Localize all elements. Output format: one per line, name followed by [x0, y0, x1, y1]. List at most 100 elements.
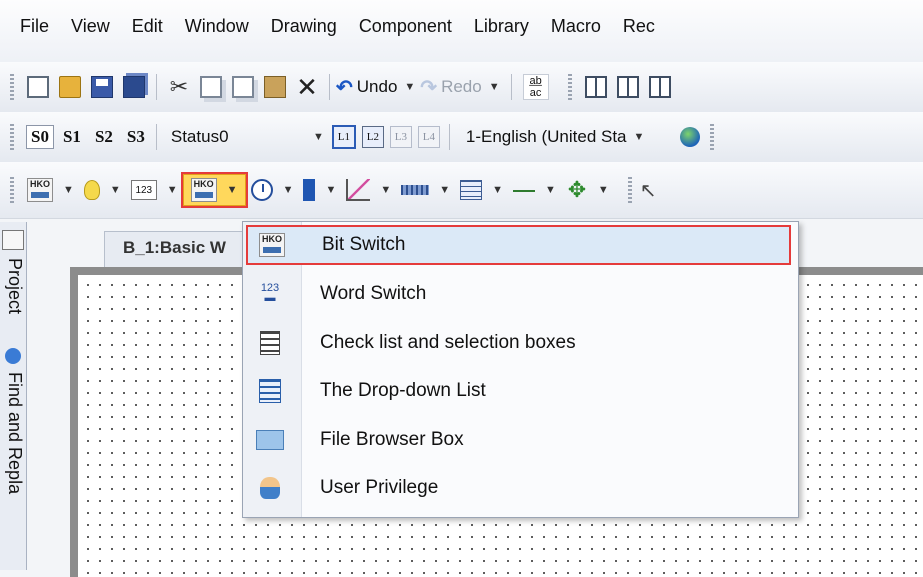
menu-item-dropdown-list[interactable]: The Drop-down List — [246, 371, 791, 411]
project-icon[interactable] — [2, 230, 24, 250]
menu-item-label: Check list and selection boxes — [320, 332, 576, 353]
chevron-down-icon[interactable]: ▼ — [283, 184, 294, 196]
menu-library[interactable]: Library — [463, 0, 540, 37]
side-panel: Project Find and Repla — [0, 222, 27, 570]
menu-item-label: The Drop-down List — [320, 380, 486, 401]
menu-view[interactable]: View — [60, 0, 121, 37]
menu-item-word-switch[interactable]: 123 ▬ Word Switch — [246, 274, 791, 314]
table-icon[interactable] — [460, 180, 483, 200]
component-toolbar: HKO ▼ ▼ 123 ▼ HKO ▼ ▼ ▼ ▼ ▼ ▼ ▼ ✥ ▼ ↖ — [0, 162, 923, 219]
align-left-icon[interactable] — [584, 76, 607, 98]
toolbar-separator — [329, 74, 330, 100]
dropdown-list-icon — [259, 379, 281, 403]
chevron-down-icon[interactable]: ▼ — [110, 184, 121, 196]
bulb-icon[interactable] — [83, 180, 100, 200]
copy-icon[interactable] — [200, 76, 222, 98]
toolbar-grip[interactable] — [10, 124, 14, 150]
redo-dropdown-arrow-icon[interactable]: ▼ — [489, 81, 500, 93]
toolbar-grip[interactable] — [567, 74, 572, 100]
chevron-down-icon[interactable]: ▼ — [598, 184, 609, 196]
menu-component[interactable]: Component — [348, 0, 463, 37]
user-privilege-icon — [260, 477, 280, 499]
paste-icon[interactable] — [264, 76, 286, 98]
status-toolbar: S0 S1 S2 S3 Status0 ▼ L1 L2 L3 L4 1-Engl… — [0, 112, 923, 163]
menu-edit[interactable]: Edit — [121, 0, 174, 37]
bit-lamp-icon[interactable]: HKO — [27, 178, 53, 202]
chevron-down-icon[interactable]: ▼ — [380, 184, 391, 196]
menu-drawing[interactable]: Drawing — [260, 0, 348, 37]
cut-icon[interactable]: ✂ — [168, 76, 190, 98]
layer-l4-button[interactable]: L4 — [417, 126, 440, 148]
pipe-valve-icon[interactable] — [513, 190, 536, 200]
file-browser-icon — [256, 430, 284, 450]
project-tab[interactable]: Project — [1, 258, 25, 314]
menu-item-label: File Browser Box — [320, 429, 464, 450]
undo-icon[interactable]: ↶ — [336, 75, 353, 100]
menu-item-user-privilege[interactable]: User Privilege — [246, 468, 791, 508]
save-all-icon[interactable] — [123, 76, 145, 98]
toolbar-separator — [448, 124, 450, 150]
pointer-icon[interactable]: ↖ — [640, 178, 657, 203]
status-s3-button[interactable]: S3 — [122, 125, 150, 149]
redo-icon[interactable]: ↷ — [420, 75, 437, 100]
find-icon[interactable] — [5, 348, 21, 364]
redo-button[interactable]: Redo — [439, 77, 484, 97]
word-switch-icon: 123 ▬ — [260, 282, 280, 304]
align-top-icon[interactable] — [648, 76, 671, 98]
chevron-down-icon[interactable]: ▼ — [439, 184, 450, 196]
status-select[interactable]: Status0 ▼ — [163, 123, 329, 151]
save-icon[interactable] — [91, 76, 113, 98]
switch-dropdown-button[interactable]: HKO ▼ — [180, 172, 248, 208]
menu-item-file-browser[interactable]: File Browser Box — [246, 420, 791, 460]
replace-text-icon[interactable]: a̲b̲ ac — [522, 74, 549, 100]
menu-file[interactable]: File — [0, 0, 60, 37]
undo-button[interactable]: Undo — [355, 77, 400, 97]
find-replace-tab[interactable]: Find and Repla — [1, 372, 25, 494]
trend-chart-icon[interactable] — [346, 179, 371, 201]
align-right-icon[interactable] — [616, 76, 639, 98]
globe-icon[interactable] — [679, 127, 700, 147]
language-select-value: 1-English (United Sta — [465, 127, 627, 146]
standard-toolbar: ✂ ✕ ↶ Undo ▼ ↷ Redo ▼ a̲b̲ ac — [0, 62, 923, 113]
chevron-down-icon[interactable]: ▼ — [492, 184, 503, 196]
chevron-down-icon[interactable]: ▼ — [63, 184, 74, 196]
chevron-down-icon: ▼ — [633, 131, 645, 143]
status-select-value: Status0 — [170, 127, 229, 146]
delete-icon[interactable]: ✕ — [296, 74, 318, 100]
layer-l3-button[interactable]: L3 — [389, 126, 412, 148]
chevron-down-icon[interactable]: ▼ — [167, 184, 178, 196]
toolbar-separator — [510, 74, 512, 100]
language-select[interactable]: 1-English (United Sta ▼ — [464, 127, 674, 147]
menu-window[interactable]: Window — [174, 0, 260, 37]
status-s0-button[interactable]: S0 — [26, 125, 54, 149]
menu-item-check-list[interactable]: Check list and selection boxes — [246, 323, 791, 363]
menu-macro[interactable]: Macro — [540, 0, 612, 37]
new-file-icon[interactable] — [27, 76, 49, 98]
chevron-down-icon: ▼ — [312, 131, 324, 143]
open-folder-icon[interactable] — [59, 76, 81, 98]
switch-dropdown-menu: HKO Bit Switch 123 ▬ Word Switch Check li… — [242, 221, 799, 518]
layer-l2-button[interactable]: L2 — [361, 126, 384, 148]
toolbar-grip[interactable] — [10, 74, 14, 100]
check-list-icon — [260, 331, 280, 355]
toolbar-grip[interactable] — [10, 177, 14, 203]
undo-dropdown-arrow-icon[interactable]: ▼ — [404, 81, 415, 93]
status-s2-button[interactable]: S2 — [90, 125, 118, 149]
menu-item-bit-switch[interactable]: HKO Bit Switch — [246, 225, 791, 265]
move-icon[interactable]: ✥ — [566, 179, 588, 201]
layer-l1-button[interactable]: L1 — [331, 125, 356, 149]
duplicate-icon[interactable] — [232, 76, 254, 98]
toolbar-grip[interactable] — [709, 124, 714, 150]
menu-record[interactable]: Rec — [612, 0, 666, 37]
status-s1-button[interactable]: S1 — [58, 125, 86, 149]
chevron-down-icon[interactable]: ▼ — [545, 184, 556, 196]
document-tab[interactable]: B_1:Basic W — [104, 231, 245, 268]
meter-icon[interactable] — [303, 179, 316, 201]
chevron-down-icon[interactable]: ▼ — [325, 184, 336, 196]
bit-switch-icon: HKO — [259, 233, 285, 257]
numeric-display-icon[interactable]: 123 — [130, 180, 157, 200]
toolbar-separator — [156, 74, 157, 100]
scale-ruler-icon[interactable] — [401, 185, 430, 195]
toolbar-grip[interactable] — [627, 177, 632, 203]
clock-icon[interactable] — [250, 179, 273, 201]
